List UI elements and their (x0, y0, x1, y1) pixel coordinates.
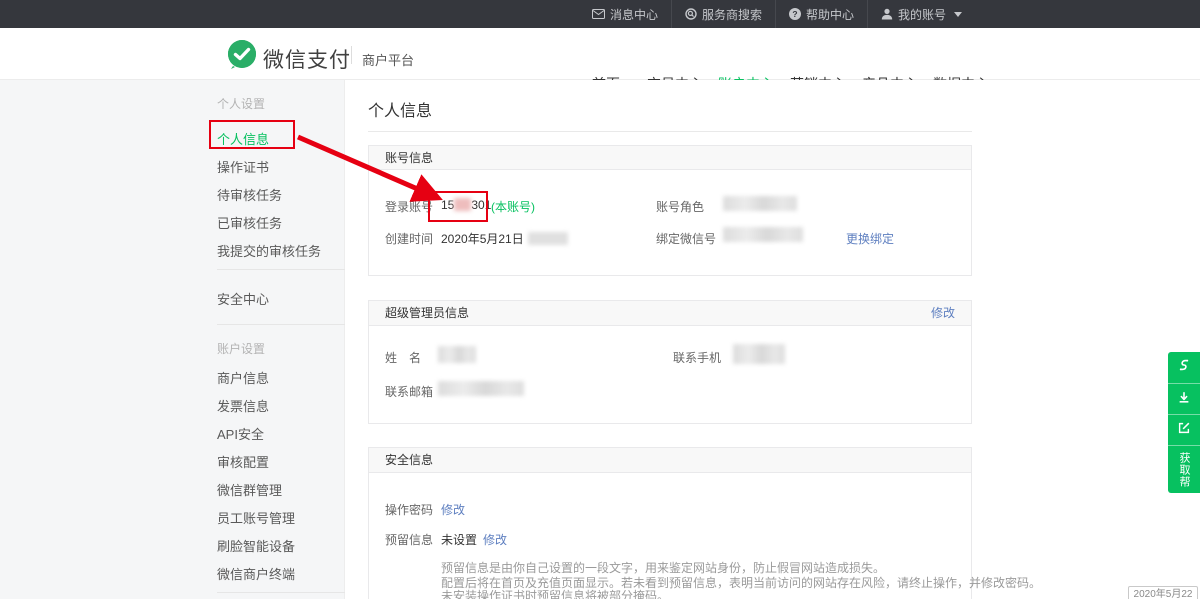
download-button[interactable] (1168, 383, 1200, 414)
reserved-info-status: 未设置 (441, 531, 477, 548)
sidebar-item-api-security[interactable]: API安全 (217, 424, 264, 443)
feedback-button[interactable] (1168, 414, 1200, 445)
date-badge: 2020年5月22日 (1128, 586, 1198, 599)
annotation-arrow (290, 125, 465, 215)
header: 微信支付 商户平台 首页 交易中心 账户中心 营销中心 产品中心 数据中心 (0, 28, 1200, 80)
section-title: 安全信息 (385, 453, 433, 467)
topbar-item-sp-search[interactable]: 服务商搜索 (671, 0, 775, 28)
annotation-box-sidebar-personal-info (209, 120, 295, 149)
redacted-admin-name (438, 346, 476, 363)
topbar-item-label: 服务商搜索 (702, 6, 762, 23)
sidebar-item-merchant-info[interactable]: 商户信息 (217, 368, 269, 387)
bind-wechat-label: 绑定微信号 (656, 230, 716, 247)
sidebar-item-operation-cert[interactable]: 操作证书 (217, 157, 269, 176)
admin-info-card-header: 超级管理员信息 修改 (369, 301, 971, 326)
sidebar-item-face-device[interactable]: 刷脸智能设备 (217, 536, 295, 555)
portal-title: 商户平台 (362, 50, 414, 69)
sidebar-item-security-center[interactable]: 安全中心 (217, 289, 269, 308)
reserved-info-modify-link[interactable]: 修改 (483, 531, 507, 548)
topbar-item-message-center[interactable]: 消息中心 (579, 0, 671, 28)
op-password-label: 操作密码 (385, 501, 433, 518)
sidebar-item-merchant-terminal[interactable]: 微信商户终端 (217, 564, 295, 583)
edit-icon (1177, 421, 1191, 440)
admin-email-label: 联系邮箱 (385, 383, 433, 400)
download-icon (1177, 390, 1191, 409)
reserved-info-desc: 未安装操作证书时预留信息将被部分掩码。 (441, 587, 669, 599)
topbar-item-help-center[interactable]: ? 帮助中心 (775, 0, 867, 28)
search-icon (685, 8, 697, 20)
reserved-info-label: 预留信息 (385, 531, 433, 548)
help-icon: ? (789, 8, 801, 20)
sidebar-item-review-config[interactable]: 审核配置 (217, 452, 269, 471)
op-password-modify-link[interactable]: 修改 (441, 501, 465, 518)
page-title: 个人信息 (368, 97, 432, 121)
sidebar-section-personal: 个人设置 (217, 95, 265, 112)
redacted-admin-phone (733, 344, 785, 364)
sidebar-item-my-submitted-tasks[interactable]: 我提交的审核任务 (217, 241, 321, 260)
brand-title: 微信支付 (263, 44, 351, 74)
wechat-pay-logo (227, 39, 257, 74)
redacted-admin-email (438, 381, 524, 396)
sidebar-item-pending-tasks[interactable]: 待审核任务 (217, 185, 282, 204)
created-time-label: 创建时间 (385, 230, 433, 247)
caret-down-icon (954, 12, 962, 17)
topbar-menu: 消息中心 服务商搜索 ? 帮助中心 我的账号 (579, 0, 975, 28)
admin-name-label: 姓 名 (385, 349, 421, 366)
sidebar-divider (217, 269, 345, 270)
mail-icon (592, 9, 605, 19)
topbar-item-label: 帮助中心 (806, 6, 854, 23)
rebind-link[interactable]: 更换绑定 (846, 230, 894, 247)
self-account-tag: (本账号) (491, 198, 535, 215)
admin-phone-label: 联系手机 (673, 349, 721, 366)
account-role-label: 账号角色 (656, 198, 704, 215)
link-icon (1177, 358, 1191, 377)
sidebar-item-reviewed-tasks[interactable]: 已审核任务 (217, 213, 282, 232)
get-help-button[interactable]: 获取帮助 (1168, 445, 1200, 493)
redacted-bind-wechat (723, 227, 803, 242)
security-info-card-header: 安全信息 (369, 448, 971, 473)
sidebar-item-staff-account[interactable]: 员工账号管理 (217, 508, 295, 527)
topbar: 消息中心 服务商搜索 ? 帮助中心 我的账号 (0, 0, 1200, 28)
topbar-item-label: 我的账号 (898, 6, 946, 23)
admin-info-card: 超级管理员信息 修改 姓 名 联系手机 联系邮箱 (368, 300, 972, 424)
sidebar-divider (217, 324, 345, 325)
sidebar-item-wechat-group[interactable]: 微信群管理 (217, 480, 282, 499)
sidebar-item-invoice-info[interactable]: 发票信息 (217, 396, 269, 415)
page: 消息中心 服务商搜索 ? 帮助中心 我的账号 (0, 0, 1200, 599)
redacted-created-time (528, 232, 568, 245)
user-icon (881, 8, 893, 20)
brand-separator (351, 46, 352, 64)
topbar-item-label: 消息中心 (610, 6, 658, 23)
admin-modify-link[interactable]: 修改 (931, 301, 955, 326)
floating-help-widget: 获取帮助 (1168, 352, 1200, 493)
redacted-account-role (723, 196, 797, 211)
link-button[interactable] (1168, 352, 1200, 383)
security-info-card: 安全信息 操作密码 修改 预留信息 未设置 修改 预留信息是由你自己设置的一段文… (368, 447, 972, 599)
section-title: 超级管理员信息 (385, 306, 469, 320)
created-time-value: 2020年5月21日 (441, 230, 568, 247)
svg-text:?: ? (792, 9, 797, 19)
sidebar-section-account: 账户设置 (217, 340, 265, 357)
sidebar-divider (217, 592, 345, 593)
topbar-item-my-account[interactable]: 我的账号 (867, 0, 975, 28)
